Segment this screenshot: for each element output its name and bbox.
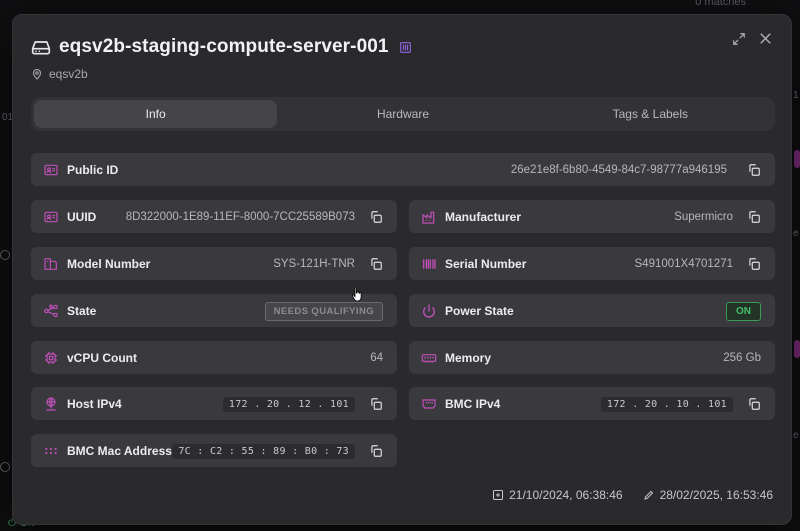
model-number-value: SYS-121H-TNR xyxy=(273,257,355,270)
copy-icon[interactable] xyxy=(747,210,761,224)
field-serial-number: Serial Number S491001X4701271 xyxy=(409,247,775,280)
id-card-icon xyxy=(44,211,58,222)
field-uuid: UUID 8D322000-1E89-11EF-8000-7CC25589B07… xyxy=(31,200,397,233)
field-bmc-ipv4: BMC IPv4 172 . 20 . 10 . 101 xyxy=(409,387,775,420)
dots-grid-icon xyxy=(45,447,57,454)
host-ipv4-value: 172 . 20 . 12 . 101 xyxy=(222,396,355,412)
copy-icon[interactable] xyxy=(747,163,761,177)
close-icon xyxy=(760,33,771,44)
background-matches-count: 0 matches xyxy=(695,0,746,8)
tab-bar: Info Hardware Tags & Labels xyxy=(31,97,775,131)
copy-icon[interactable] xyxy=(369,210,383,224)
expand-icon xyxy=(733,32,745,45)
modal-footer: 21/10/2024, 06:38:46 28/02/2025, 16:53:4… xyxy=(492,488,773,502)
modal-header: eqsv2b-staging-compute-server-001 eqsv2b xyxy=(31,32,773,81)
plus-square-icon xyxy=(493,490,504,500)
field-model-number: Model Number SYS-121H-TNR xyxy=(31,247,397,280)
server-icon xyxy=(31,41,51,55)
field-bmc-mac: BMC Mac Address 7C : C2 : 55 : 89 : B0 :… xyxy=(31,434,397,467)
public-id-value: 26e21e8f-6b80-4549-84c7-98777a946195 xyxy=(510,163,727,176)
copy-icon[interactable] xyxy=(369,444,383,458)
server-details-modal: eqsv2b-staging-compute-server-001 eqsv2b… xyxy=(12,14,792,525)
field-memory: Memory 256 Gb xyxy=(409,341,775,374)
field-public-id: Public ID 26e21e8f-6b80-4549-84c7-98777a… xyxy=(31,153,775,186)
background-icon xyxy=(0,462,10,472)
field-manufacturer: Manufacturer Supermicro xyxy=(409,200,775,233)
tab-hardware[interactable]: Hardware xyxy=(281,100,524,128)
field-power-state: Power State ON xyxy=(409,294,775,327)
mouse-cursor-icon xyxy=(352,286,362,302)
cpu-icon xyxy=(45,351,57,364)
background-badge xyxy=(794,150,800,168)
copy-icon[interactable] xyxy=(369,397,383,411)
copy-icon[interactable] xyxy=(747,397,761,411)
tab-info[interactable]: Info xyxy=(34,100,278,128)
copy-icon[interactable] xyxy=(369,257,383,271)
pencil-icon xyxy=(643,490,653,500)
field-vcpu-count: vCPU Count 64 xyxy=(31,341,397,374)
uuid-value: 8D322000-1E89-11EF-8000-7CC25589B073 xyxy=(125,210,355,223)
state-badge: NEEDS QUALIFYING xyxy=(264,301,383,321)
serial-number-value: S491001X4701271 xyxy=(634,257,734,270)
memory-value: 256 Gb xyxy=(723,351,761,364)
model-icon xyxy=(44,257,57,270)
factory-icon xyxy=(422,211,435,224)
background-fragment: e xyxy=(793,430,799,441)
background-icon xyxy=(0,250,10,260)
copy-icon[interactable] xyxy=(747,257,761,271)
bmc-ipv4-value: 172 . 20 . 10 . 101 xyxy=(600,396,733,412)
background-fragment: 1 xyxy=(793,90,799,101)
vcpu-count-value: 64 xyxy=(370,351,383,364)
network-globe-icon xyxy=(46,396,56,411)
manufacturer-value: Supermicro xyxy=(674,210,733,223)
tab-tags-labels[interactable]: Tags & Labels xyxy=(529,100,772,128)
map-pin-icon xyxy=(32,68,42,80)
page-title: eqsv2b-staging-compute-server-001 xyxy=(59,36,389,57)
ethernet-port-icon xyxy=(422,398,436,409)
created-timestamp: 21/10/2024, 06:38:46 xyxy=(492,488,623,502)
location-label: eqsv2b xyxy=(49,67,88,81)
updated-timestamp: 28/02/2025, 16:53:46 xyxy=(643,488,773,502)
bmc-mac-value: 7C : C2 : 55 : 89 : B0 : 73 xyxy=(172,443,355,459)
id-card-icon xyxy=(44,164,58,175)
chip-icon xyxy=(399,41,411,53)
field-host-ipv4: Host IPv4 172 . 20 . 12 . 101 xyxy=(31,387,397,420)
background-badge xyxy=(794,340,800,358)
expand-button[interactable] xyxy=(732,32,746,51)
workflow-icon xyxy=(44,304,58,317)
background-fragment: e xyxy=(793,228,799,239)
power-state-badge: ON xyxy=(726,301,761,321)
close-button[interactable] xyxy=(758,31,773,51)
power-icon xyxy=(423,303,435,318)
barcode-icon xyxy=(423,258,436,269)
memory-icon xyxy=(421,353,437,363)
location-row: eqsv2b xyxy=(31,67,773,81)
field-state: State NEEDS QUALIFYING xyxy=(31,294,397,327)
